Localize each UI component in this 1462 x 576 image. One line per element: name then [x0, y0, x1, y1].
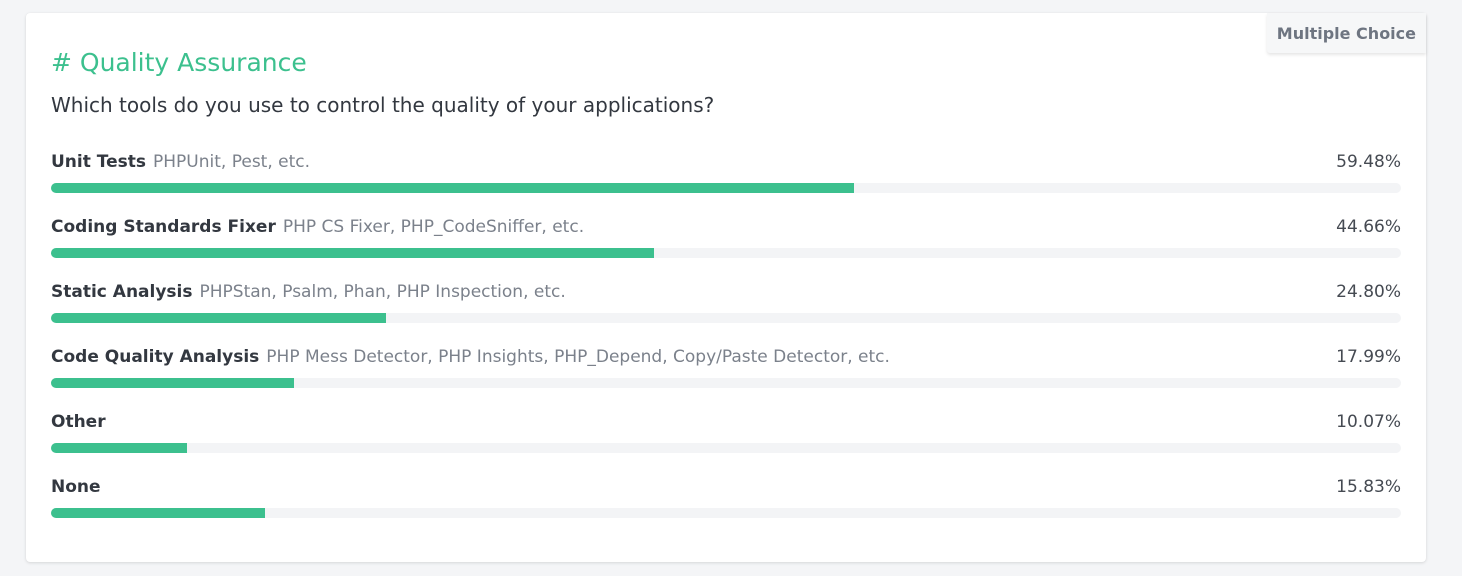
- value-label: 44.66%: [1336, 217, 1401, 237]
- category-label: Other: [51, 412, 106, 432]
- category-description: PHP Mess Detector, PHP Insights, PHP_Dep…: [266, 347, 890, 367]
- result-row: Code Quality Analysis PHP Mess Detector, …: [51, 345, 1401, 410]
- category-description: PHP CS Fixer, PHP_CodeSniffer, etc.: [282, 217, 585, 237]
- value-label: 24.80%: [1336, 282, 1401, 302]
- result-row: Static Analysis PHPStan, Psalm, Phan, PHP…: [51, 280, 1401, 345]
- bar: [51, 508, 265, 518]
- bar-track: [51, 508, 1401, 518]
- category-label: Coding Standards Fixer: [51, 217, 276, 237]
- row-label: Unit Tests PHPUnit, Pest, etc.: [51, 150, 310, 174]
- bar-track: [51, 443, 1401, 453]
- category-description: PHPStan, Psalm, Phan, PHP Inspection, et…: [199, 282, 566, 302]
- bar: [51, 313, 386, 323]
- row-label: Static Analysis PHPStan, Psalm, Phan, PHP…: [51, 280, 566, 304]
- bar: [51, 248, 654, 258]
- result-row: Coding Standards Fixer PHP CS Fixer, PHP_…: [51, 215, 1401, 280]
- category-description: PHPUnit, Pest, etc.: [153, 152, 311, 172]
- bar-track: [51, 248, 1401, 258]
- row-label: Coding Standards Fixer PHP CS Fixer, PHP_…: [51, 215, 584, 239]
- row-label: None: [51, 475, 101, 499]
- value-label: 10.07%: [1336, 412, 1401, 432]
- question-text: Which tools do you use to control the qu…: [51, 93, 715, 117]
- result-row: Unit Tests PHPUnit, Pest, etc. 59.48%: [51, 150, 1401, 215]
- category-label: Code Quality Analysis: [51, 347, 260, 367]
- survey-card: Multiple Choice # Quality Assurance Whic…: [26, 13, 1426, 562]
- bar-track: [51, 378, 1401, 388]
- bar: [51, 378, 294, 388]
- bar: [51, 443, 187, 453]
- category-label: Static Analysis: [51, 282, 193, 302]
- bar-track: [51, 313, 1401, 323]
- row-label: Code Quality Analysis PHP Mess Detector, …: [51, 345, 890, 369]
- question-type-badge: Multiple Choice: [1266, 13, 1426, 53]
- result-row: None 15.83%: [51, 475, 1401, 540]
- bar: [51, 183, 854, 193]
- bar-track: [51, 183, 1401, 193]
- result-row: Other 10.07%: [51, 410, 1401, 475]
- value-label: 59.48%: [1336, 152, 1401, 172]
- value-label: 17.99%: [1336, 347, 1401, 367]
- value-label: 15.83%: [1336, 477, 1401, 497]
- category-label: None: [51, 477, 101, 497]
- section-title: # Quality Assurance: [51, 48, 307, 77]
- results-list: Unit Tests PHPUnit, Pest, etc. 59.48% Codin…: [51, 150, 1401, 540]
- category-label: Unit Tests: [51, 152, 147, 172]
- row-label: Other: [51, 410, 106, 434]
